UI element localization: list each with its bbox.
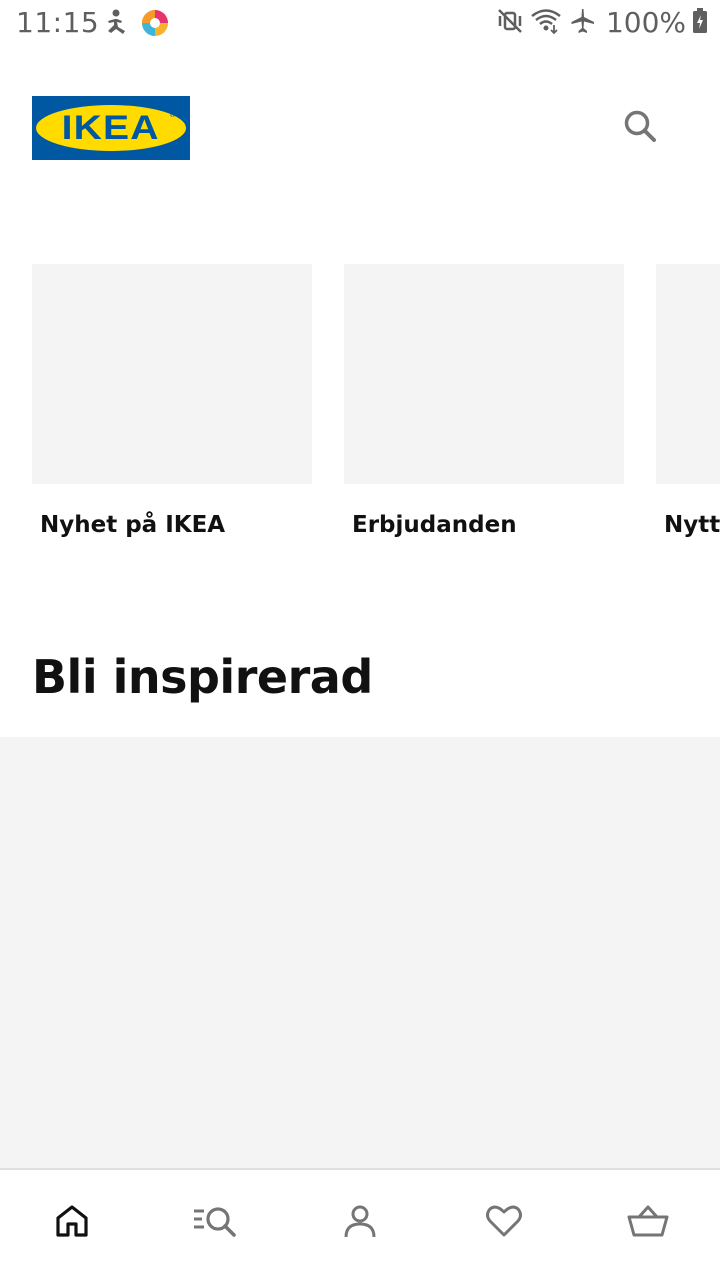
section-title-inspiration: Bli inspirerad (32, 650, 373, 704)
nav-home[interactable] (0, 1170, 144, 1280)
airplane-mode-icon (568, 7, 596, 39)
wifi-icon (530, 7, 562, 39)
category-image (32, 264, 312, 484)
profile-icon (342, 1203, 378, 1243)
app-notification-icon (140, 8, 170, 42)
nav-profile[interactable] (288, 1170, 432, 1280)
nav-favourites[interactable] (432, 1170, 576, 1280)
inspiration-content[interactable] (0, 737, 720, 1169)
basket-icon (627, 1203, 669, 1243)
search-icon (623, 109, 657, 147)
battery-percent: 100% (605, 6, 686, 39)
browse-search-icon (192, 1203, 240, 1243)
category-carousel[interactable]: Nyhet på IKEA Erbjudanden Nytt (0, 264, 720, 554)
logo-oval: IKEA ® (36, 105, 186, 151)
nav-browse[interactable] (144, 1170, 288, 1280)
status-right: 100% (496, 6, 708, 39)
category-label: Nyhet på IKEA (40, 512, 226, 538)
category-image (344, 264, 624, 484)
status-bar: 11:15 100% (0, 0, 720, 48)
nav-basket[interactable] (576, 1170, 720, 1280)
category-label: Nytt (664, 512, 720, 538)
category-card-nytt[interactable]: Nytt (656, 264, 720, 538)
mute-vibrate-icon (496, 7, 524, 39)
category-image (656, 264, 720, 484)
category-card-nyhet[interactable]: Nyhet på IKEA (32, 264, 312, 538)
ikea-logo[interactable]: IKEA ® (32, 96, 190, 160)
registered-mark: ® (169, 111, 176, 119)
search-button[interactable] (614, 102, 666, 154)
category-card-erbjudanden[interactable]: Erbjudanden (344, 264, 624, 538)
bottom-navigation (0, 1168, 720, 1280)
logo-text: IKEA (61, 109, 161, 147)
category-label: Erbjudanden (352, 512, 517, 538)
ikea-home-screen: 11:15 100% IKEA ® Nyhet på IKEA Erbjudan… (0, 0, 720, 1280)
status-left-icons (104, 8, 170, 42)
heart-icon (485, 1203, 523, 1243)
home-icon (54, 1203, 90, 1243)
status-time: 11:15 (16, 6, 100, 39)
app-header: IKEA ® (0, 96, 720, 160)
battery-charging-icon (692, 7, 708, 39)
accessibility-icon (104, 9, 128, 41)
